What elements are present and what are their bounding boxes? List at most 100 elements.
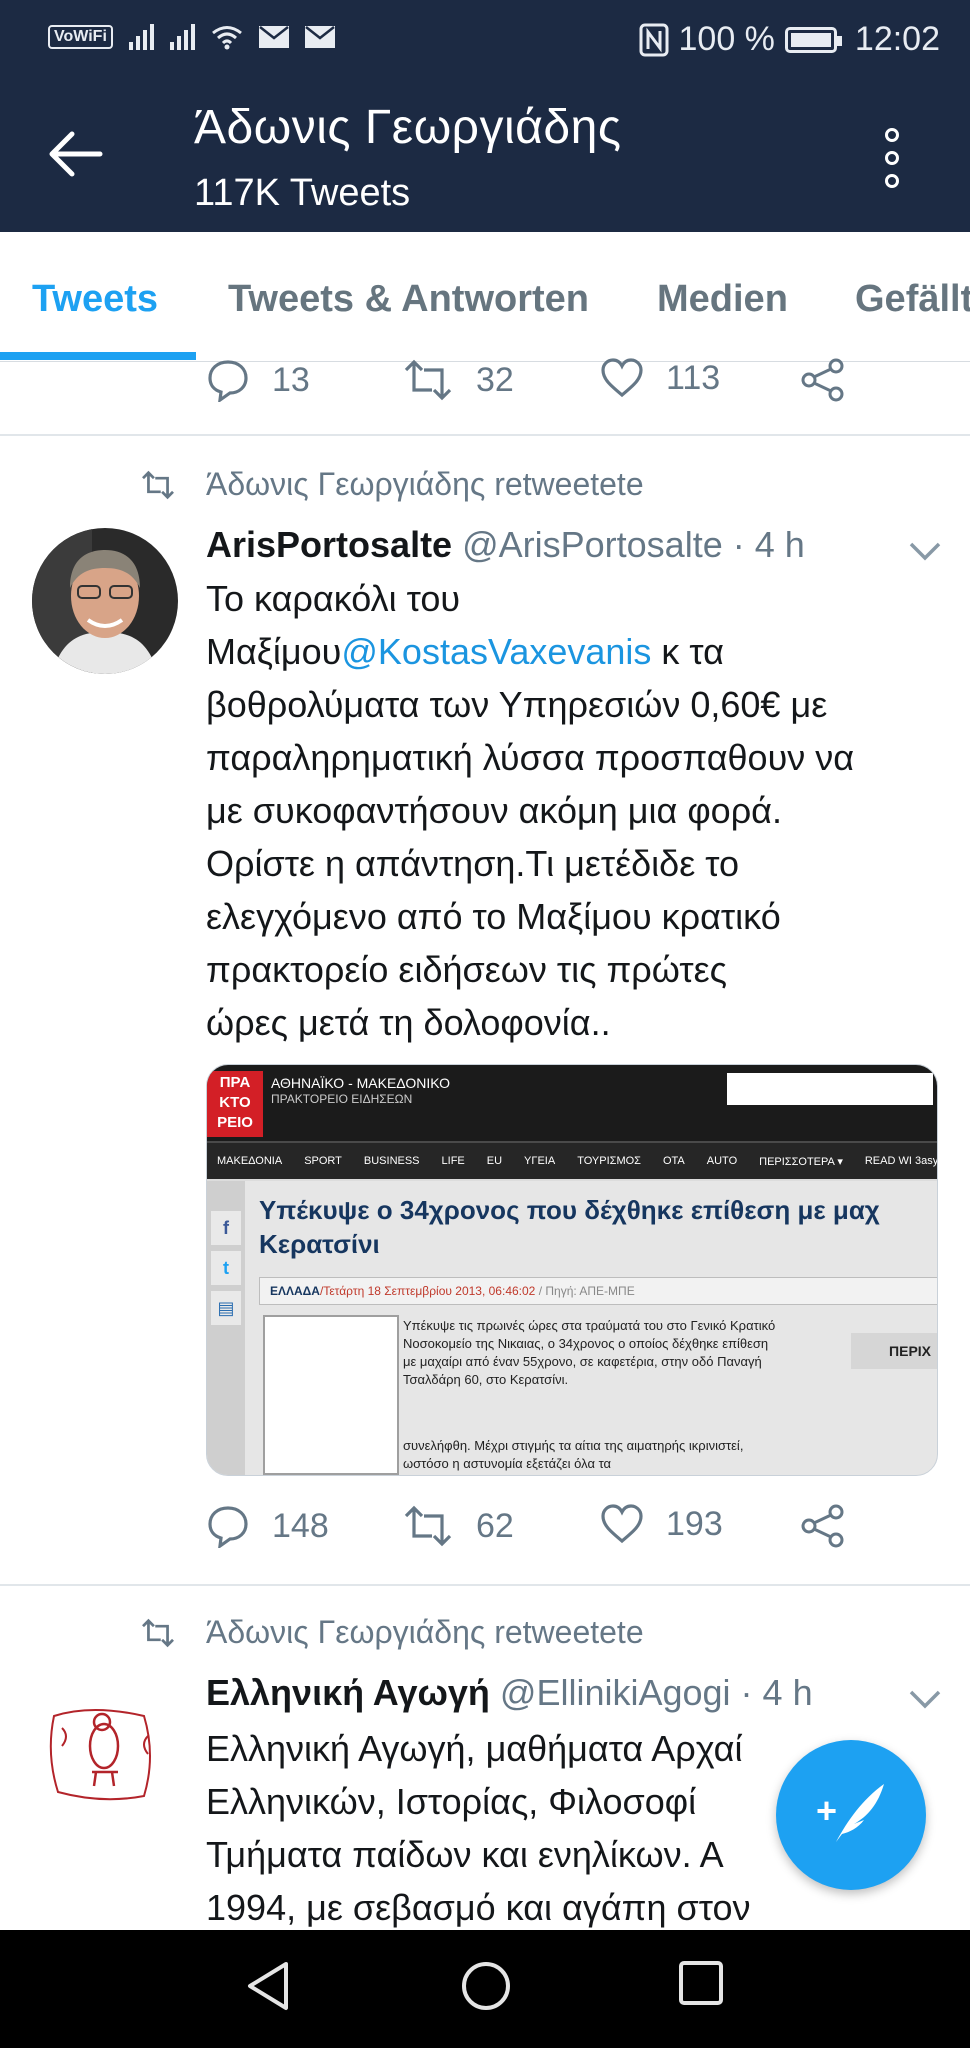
signal-icon-2 [169,24,195,50]
reply-icon [208,1506,248,1548]
site-search-box [727,1073,933,1105]
tweet-line: Ορίστε η απάντηση.Τι μετέδιδε το [206,843,740,884]
twitter-icon: t [211,1251,241,1285]
site-nav-item: EU [486,1155,503,1167]
author-handle-time: @EllinikiAgogi · 4 h [489,1672,813,1713]
article-source: / Πηγή: ΑΠΕ-ΜΠΕ [535,1284,635,1298]
agency-name: ΑΘΗΝΑΪΚΟ - ΜΑΚΕΔΟΝΙΚΟ ΠΡΑΚΤΟΡΕΙΟ ΕΙΔΗΣΕΩ… [271,1075,450,1107]
site-nav-item: BUSINESS [363,1155,420,1167]
share-icon [801,1504,844,1548]
print-icon: ▤ [211,1291,241,1325]
retweet-button[interactable]: 62 [402,1504,514,1548]
site-nav-read: READ WI 3asy [864,1155,937,1167]
share-button[interactable] [800,1504,846,1548]
arrow-left-icon[interactable] [48,130,104,178]
app-header: VoWiFi 100 % 12:02 Άδωνις Γεωργιάδης 117… [0,0,970,232]
author-name[interactable]: ArisPortosalte [206,524,452,565]
tweet-author-row: ArisPortosalte @ArisPortosalte · 4 h [206,524,805,566]
tweet-line: βοθρολύματα των Υπηρεσιών 0,60€ με [206,684,828,725]
status-left-icons: VoWiFi [48,24,335,50]
site-nav-item: ΤΟΥΡΙΣΜΟΣ [577,1155,641,1167]
more-vertical-icon[interactable] [880,128,904,188]
reply-count: 13 [272,360,310,399]
recents-square-icon[interactable] [678,1960,724,2006]
tweet-actions: 13 32 113 [206,358,866,414]
battery-percent: 100 % [678,20,775,58]
site-nav-item: LIFE [441,1155,465,1167]
avatar-photo [32,528,178,674]
site-nav-item: ΟΤΑ [662,1155,685,1167]
author-name[interactable]: Ελληνική Αγωγή [206,1672,490,1713]
signal-icon [128,24,154,50]
like-button[interactable]: 113 [600,358,720,398]
article-headline: Υπέκυψε ο 34χρονος που δέχθηκε επίθεση μ… [259,1193,937,1261]
site-nav-item: ΜΑΚΕΔΟΝΙΑ [217,1155,283,1167]
social-sidebar: f t ▤ [207,1181,245,1475]
mail-icon [258,26,289,48]
status-bar: VoWiFi 100 % 12:02 [0,0,970,84]
site-nav: ΜΑΚΕΔΟΝΙΑ SPORT BUSINESS LIFE EU ΥΓΕΙΑ Τ… [207,1141,937,1179]
system-nav-bar [0,1930,970,2048]
clock: 12:02 [854,20,940,58]
article-text: Υπέκυψε τις πρωινές ώρες στα τραύματά το… [403,1318,776,1387]
share-icon [801,358,844,402]
chevron-down-icon[interactable] [908,1688,942,1710]
active-tab-indicator [0,352,196,360]
logo-line: ΚΤΟ [219,1094,251,1111]
tweet-line: με συκοφαντήσουν ακόμη μια φορά. [206,790,782,831]
site-logo: ΠΡΑ ΚΤΟ ΡΕΙΟ [207,1071,263,1137]
tweet-text-fragment: κ τα [651,631,724,672]
read-label: READ WI [864,1155,912,1167]
retweet-context-icon [142,470,174,499]
tweet-actions: 148 62 193 [206,1504,866,1560]
retweet-icon [404,1505,452,1547]
share-button[interactable] [800,358,846,402]
tweet-author-row: Ελληνική Αγωγή @EllinikiAgogi · 4 h [206,1672,813,1714]
author-handle-time: @ArisPortosalte · 4 h [452,524,805,565]
tab-media[interactable]: Medien [657,278,788,321]
profile-title: Άδωνις Γεωργιάδης [194,101,622,154]
tweet-divider [0,1584,970,1586]
site-nav-item: AUTO [706,1155,738,1167]
avatar[interactable] [32,528,178,674]
battery-icon [784,26,842,53]
article-text-2: συνελήφθη. Μέχρι στιγμής τα αίτια της αι… [403,1438,744,1471]
mention-link[interactable]: @KostasVaxevanis [341,631,651,672]
tab-tweets[interactable]: Tweets [32,278,158,321]
tweet-line: πρακτορείο ειδήσεων τις πρώτες [206,949,727,990]
facebook-icon: f [211,1211,241,1245]
like-count: 113 [666,358,721,397]
compose-tweet-icon [836,1784,884,1842]
like-button[interactable]: 193 [600,1504,723,1544]
tweet-line: παραληρηματική λύσσα προσπαθουν να [206,737,855,778]
agency-title: ΑΘΗΝΑΪΚΟ - ΜΑΚΕΔΟΝΙΚΟ [271,1075,451,1091]
like-count: 193 [666,1504,723,1543]
heart-icon [601,1504,643,1544]
tweet-line: Το καρακόλι του [206,578,461,619]
home-circle-icon[interactable] [460,1960,512,2012]
compose-tweet-button[interactable]: + [776,1740,926,1890]
tweet-line: 1994, με σεβασμό και αγάπη στον [206,1887,751,1928]
site-nav-item: ΠΕΡΙΣΣΟΤΕΡΑ ▾ [759,1155,843,1168]
avatar[interactable] [32,1676,178,1822]
headline-line: Υπέκυψε ο 34χρονος που δέχθηκε επίθεση μ… [259,1195,880,1225]
retweet-count: 62 [476,1506,514,1545]
tab-tweets-and-replies[interactable]: Tweets & Antworten [228,278,589,321]
reply-button[interactable]: 13 [206,358,310,402]
reply-icon [208,360,248,402]
tweet-text: Το καρακόλι του Μαξίμου@KostasVaxevanis … [206,572,946,1049]
back-triangle-icon[interactable] [244,1960,292,2012]
retweet-context-icon [142,1618,174,1647]
site-nav-item: ΥΓΕΙΑ [524,1155,556,1167]
tweet-divider [0,434,970,436]
tab-likes[interactable]: Gefällt [855,278,970,321]
retweet-icon [404,359,452,401]
status-right: 100 % 12:02 [639,20,940,59]
nfc-icon [639,23,668,56]
reply-button[interactable]: 148 [206,1504,329,1548]
retweeted-by-label: Άδωνις Γεωργιάδης retweetete [206,1614,644,1650]
chevron-down-icon[interactable] [908,540,942,562]
retweet-button[interactable]: 32 [402,358,514,402]
article-category: ΕΛΛΑΔΑ [270,1284,320,1298]
tweet-image[interactable]: ΠΡΑ ΚΤΟ ΡΕΙΟ ΑΘΗΝΑΪΚΟ - ΜΑΚΕΔΟΝΙΚΟ ΠΡΑΚΤ… [206,1064,938,1476]
